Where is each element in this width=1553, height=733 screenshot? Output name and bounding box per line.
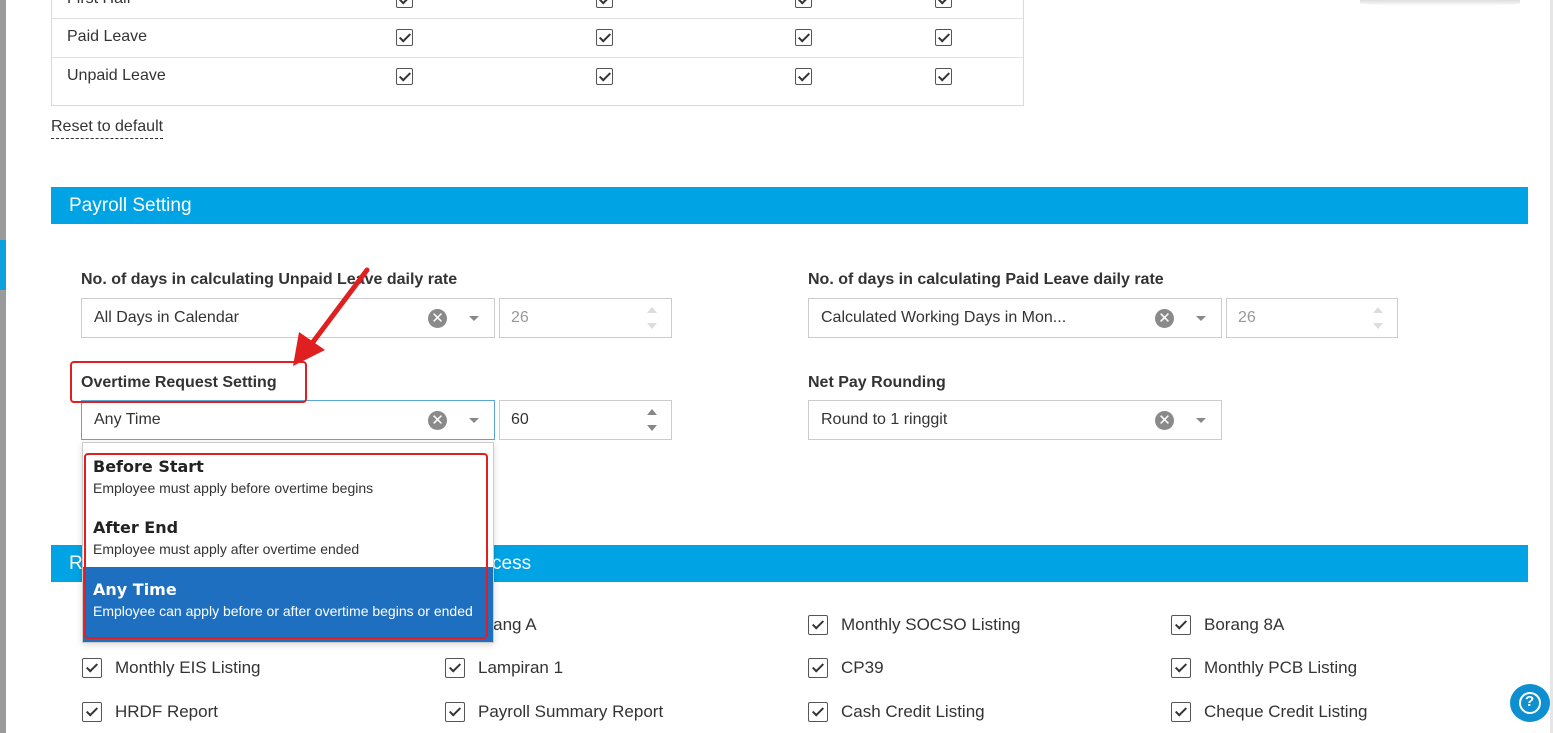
checkbox[interactable] <box>795 29 812 46</box>
spin-up-icon[interactable] <box>647 409 657 415</box>
net-pay-rounding-select[interactable]: Round to 1 ringgit ✕ <box>808 400 1222 440</box>
clear-icon[interactable]: ✕ <box>1155 309 1174 328</box>
checkbox[interactable] <box>808 702 828 722</box>
spin-down-icon[interactable] <box>1373 323 1383 329</box>
highlight-box-options <box>84 453 488 639</box>
checkbox[interactable] <box>808 615 828 635</box>
unpaid-leave-days-input[interactable]: 26 <box>499 298 672 338</box>
payroll-setting-header: Payroll Setting <box>51 187 1528 224</box>
net-pay-rounding-label: Net Pay Rounding <box>808 374 946 391</box>
chevron-down-icon[interactable] <box>469 418 479 423</box>
checkbox[interactable] <box>445 702 465 722</box>
report-label: Monthly SOCSO Listing <box>841 615 1021 634</box>
table-row: Unpaid Leave <box>52 57 1023 96</box>
checkbox[interactable] <box>935 68 952 85</box>
question-circle-icon: ? <box>1525 693 1535 710</box>
left-edge-bar <box>0 0 6 733</box>
spin-up-icon[interactable] <box>1373 307 1383 313</box>
checkbox[interactable] <box>1171 615 1191 635</box>
checkbox[interactable] <box>82 702 102 722</box>
table-row: First Half <box>52 0 1023 19</box>
annotation-arrow <box>293 267 370 366</box>
report-label: Monthly PCB Listing <box>1204 658 1358 677</box>
select-value: Round to 1 ringgit <box>821 411 948 428</box>
row-label: First Half <box>67 0 131 8</box>
reset-to-default-link[interactable]: Reset to default <box>51 118 164 139</box>
checkbox[interactable] <box>596 68 613 85</box>
checkbox[interactable] <box>82 658 102 678</box>
input-value: 26 <box>1238 309 1256 326</box>
select-value: Calculated Working Days in Mon... <box>821 309 1067 326</box>
spin-up-icon[interactable] <box>647 307 657 313</box>
checkbox[interactable] <box>795 68 812 85</box>
chevron-down-icon[interactable] <box>1196 316 1206 321</box>
help-button[interactable]: ? <box>1510 684 1550 722</box>
checkbox[interactable] <box>596 0 613 8</box>
report-label: Cheque Credit Listing <box>1204 702 1368 721</box>
table-row: Paid Leave <box>52 18 1023 57</box>
checkbox[interactable] <box>596 29 613 46</box>
select-value: Any Time <box>94 411 161 428</box>
report-label: Cash Credit Listing <box>841 702 985 721</box>
checkbox[interactable] <box>445 658 465 678</box>
checkbox[interactable] <box>935 29 952 46</box>
top-shadow <box>1360 0 1520 6</box>
paid-leave-days-input[interactable]: 26 <box>1226 298 1398 338</box>
report-label: Payroll Summary Report <box>478 702 664 721</box>
report-label: Monthly EIS Listing <box>115 658 261 677</box>
leave-settings-table: First Half Paid Leave Unpaid Leave <box>51 0 1024 106</box>
overtime-minutes-input[interactable]: 60 <box>499 400 672 440</box>
checkbox[interactable] <box>1171 658 1191 678</box>
paid-leave-rate-label: No. of days in calculating Paid Leave da… <box>808 271 1164 288</box>
input-value: 60 <box>511 411 529 428</box>
clear-icon[interactable]: ✕ <box>428 309 447 328</box>
clear-icon[interactable]: ✕ <box>1155 411 1174 430</box>
spin-down-icon[interactable] <box>647 323 657 329</box>
row-label: Unpaid Leave <box>67 67 166 84</box>
spin-down-icon[interactable] <box>647 425 657 431</box>
left-edge-accent <box>0 240 6 290</box>
checkbox[interactable] <box>396 0 413 8</box>
chevron-down-icon[interactable] <box>469 316 479 321</box>
report-label: Borang 8A <box>1204 615 1285 634</box>
checkbox[interactable] <box>808 658 828 678</box>
overtime-request-select[interactable]: Any Time ✕ <box>81 400 495 440</box>
chevron-down-icon[interactable] <box>1196 418 1206 423</box>
select-value: All Days in Calendar <box>94 309 239 326</box>
section-title-left: R <box>69 553 83 574</box>
row-label: Paid Leave <box>67 28 148 45</box>
section-title-right: cess <box>492 553 532 574</box>
checkbox[interactable] <box>795 0 812 8</box>
report-label: CP39 <box>841 658 884 677</box>
input-value: 26 <box>511 309 529 326</box>
report-label: HRDF Report <box>115 702 218 721</box>
unpaid-leave-rate-label: No. of days in calculating Unpaid Leave … <box>81 271 458 288</box>
checkbox[interactable] <box>396 68 413 85</box>
checkbox[interactable] <box>396 29 413 46</box>
section-title: Payroll Setting <box>69 195 192 216</box>
report-label: Lampiran 1 <box>478 658 564 677</box>
paid-leave-rate-select[interactable]: Calculated Working Days in Mon... ✕ <box>808 298 1222 338</box>
clear-icon[interactable]: ✕ <box>428 411 447 430</box>
checkbox[interactable] <box>935 0 952 8</box>
checkbox[interactable] <box>1171 702 1191 722</box>
highlight-box-label <box>70 361 307 403</box>
